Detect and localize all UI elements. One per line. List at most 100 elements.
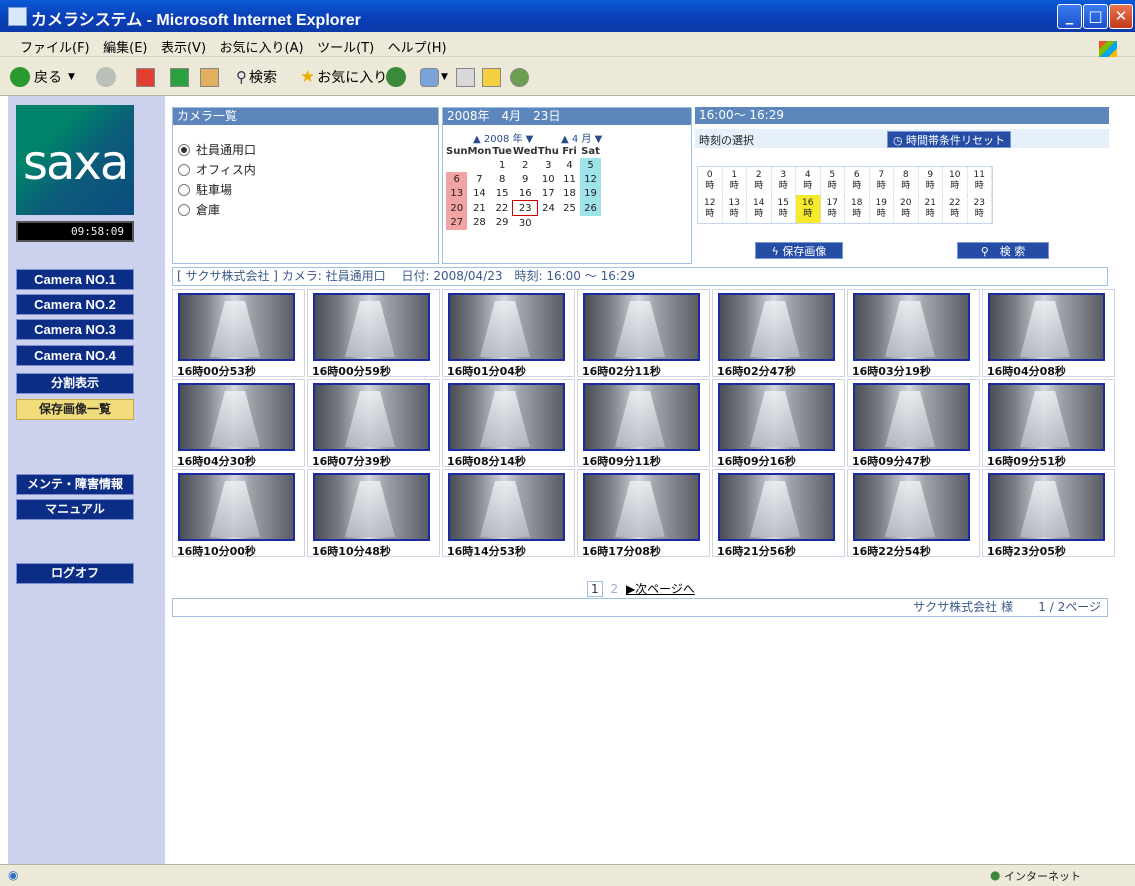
hour-cell[interactable]: 10 時 (943, 167, 968, 195)
hour-cell[interactable]: 17 時 (821, 195, 845, 223)
camera-1-button[interactable]: Camera NO.1 (16, 269, 134, 290)
camera-snapshot[interactable] (448, 383, 565, 451)
hour-cell[interactable]: 13 時 (723, 195, 747, 223)
favorites-button[interactable]: ★ お気に入り (300, 66, 387, 88)
mail-button[interactable]: ▼ (420, 66, 448, 88)
thumbnail[interactable]: 16時01分04秒 (442, 289, 575, 378)
camera-snapshot[interactable] (178, 383, 295, 451)
camera-snapshot[interactable] (988, 293, 1105, 361)
camera-snapshot[interactable] (853, 383, 970, 451)
camera-snapshot[interactable] (988, 473, 1105, 541)
calendar-day[interactable]: 10 (538, 172, 560, 186)
menu-file[interactable]: ファイル(F) (20, 37, 90, 56)
hour-cell[interactable]: 7時 (870, 167, 894, 195)
calendar-day[interactable]: 17 (538, 186, 560, 201)
home-button[interactable] (200, 66, 219, 88)
hour-cell[interactable]: 3時 (772, 167, 796, 195)
hour-cell[interactable]: 9時 (919, 167, 943, 195)
camera-snapshot[interactable] (448, 293, 565, 361)
camera-snapshot[interactable] (448, 473, 565, 541)
hour-cell[interactable]: 5時 (821, 167, 845, 195)
calendar-day[interactable]: 9 (513, 172, 538, 186)
calendar-day[interactable]: 24 (538, 201, 560, 216)
calendar-day[interactable]: 14 (467, 186, 491, 201)
thumbnail[interactable]: 16時02分11秒 (577, 289, 710, 378)
back-button[interactable]: 戻る ▼ (10, 66, 75, 88)
hour-cell[interactable]: 23 時 (968, 195, 992, 223)
radio-icon[interactable] (178, 183, 190, 196)
camera-snapshot[interactable] (313, 293, 430, 361)
print-button[interactable] (456, 66, 475, 88)
thumbnail[interactable]: 16時03分19秒 (847, 289, 980, 378)
thumbnail[interactable]: 16時21分56秒 (712, 469, 845, 558)
hour-cell[interactable]: 2時 (747, 167, 772, 195)
calendar-day[interactable]: 7 (467, 172, 491, 186)
calendar-day[interactable]: 8 (491, 172, 513, 186)
calendar-day[interactable]: 27 (446, 215, 468, 230)
calendar-day[interactable]: 11 (559, 172, 580, 186)
camera-snapshot[interactable] (853, 473, 970, 541)
calendar-day[interactable]: 20 (446, 200, 468, 216)
calendar-day[interactable]: 26 (580, 200, 602, 216)
calendar-day[interactable]: 21 (467, 201, 491, 216)
next-page-link[interactable]: ▶次ページへ (626, 582, 695, 596)
thumbnail[interactable]: 16時07分39秒 (307, 379, 440, 468)
thumbnail[interactable]: 16時23分05秒 (982, 469, 1115, 558)
messenger-button[interactable] (510, 66, 529, 88)
calendar-day[interactable]: 19 (580, 186, 602, 201)
radio-icon[interactable] (178, 163, 190, 176)
thumbnail[interactable]: 16時17分08秒 (577, 469, 710, 558)
thumbnail[interactable]: 16時00分59秒 (307, 289, 440, 378)
history-button[interactable] (386, 66, 406, 88)
hour-cell[interactable]: 16 時 (796, 195, 821, 223)
calendar-day[interactable]: 30 (513, 216, 538, 231)
maintenance-button[interactable]: メンテ・障害情報 (16, 474, 134, 495)
close-button[interactable]: ✕ (1109, 4, 1133, 29)
calendar-day[interactable]: 22 (491, 201, 513, 216)
calendar-day[interactable]: 5 (580, 158, 602, 172)
forward-button[interactable] (96, 66, 116, 88)
calendar-day[interactable]: 2 (513, 158, 538, 172)
hour-cell[interactable]: 14 時 (747, 195, 772, 223)
calendar-day-selected[interactable]: 23 (512, 200, 539, 216)
camera-snapshot[interactable] (718, 293, 835, 361)
camera-snapshot[interactable] (583, 473, 700, 541)
edit-button[interactable] (482, 66, 501, 88)
thumbnail[interactable]: 16時08分14秒 (442, 379, 575, 468)
camera-snapshot[interactable] (313, 473, 430, 541)
camera-snapshot[interactable] (313, 383, 430, 451)
hour-cell[interactable]: 15 時 (772, 195, 796, 223)
refresh-button[interactable] (170, 66, 189, 88)
calendar-day[interactable]: 28 (467, 216, 491, 231)
thumbnail[interactable]: 16時10分48秒 (307, 469, 440, 558)
camera-snapshot[interactable] (718, 473, 835, 541)
thumbnail[interactable]: 16時14分53秒 (442, 469, 575, 558)
thumbnail[interactable]: 16時09分51秒 (982, 379, 1115, 468)
calendar-day[interactable]: 1 (491, 158, 513, 172)
camera-option[interactable]: 倉庫 (178, 201, 256, 218)
hour-cell[interactable]: 4時 (796, 167, 821, 195)
stop-button[interactable] (136, 66, 155, 88)
hour-cell[interactable]: 1時 (723, 167, 747, 195)
year-selector[interactable]: ▲ 2008 年 ▼ (473, 130, 533, 145)
menu-tools[interactable]: ツール(T) (317, 37, 374, 56)
thumbnail[interactable]: 16時09分11秒 (577, 379, 710, 468)
menu-view[interactable]: 表示(V) (161, 37, 206, 56)
hour-cell[interactable]: 20 時 (894, 195, 919, 223)
calendar-day[interactable]: 18 (559, 186, 580, 201)
save-image-button[interactable]: ϟ 保存画像 (755, 242, 843, 259)
menu-favorites[interactable]: お気に入り(A) (220, 37, 304, 56)
time-reset-button[interactable]: ◷ 時間帯条件リセット (887, 131, 1011, 148)
calendar-day[interactable]: 3 (538, 158, 560, 172)
thumbnail[interactable]: 16時04分08秒 (982, 289, 1115, 378)
hour-cell[interactable]: 12 時 (698, 195, 723, 223)
month-selector[interactable]: ▲ 4 月 ▼ (561, 130, 602, 145)
manual-button[interactable]: マニュアル (16, 499, 134, 520)
menu-help[interactable]: ヘルプ(H) (388, 37, 447, 56)
camera-snapshot[interactable] (178, 293, 295, 361)
calendar-day[interactable]: 4 (559, 158, 580, 172)
camera-snapshot[interactable] (988, 383, 1105, 451)
camera-option[interactable]: 社員通用口 (178, 141, 256, 158)
thumbnail[interactable]: 16時10分00秒 (172, 469, 305, 558)
hour-cell[interactable]: 6時 (845, 167, 870, 195)
